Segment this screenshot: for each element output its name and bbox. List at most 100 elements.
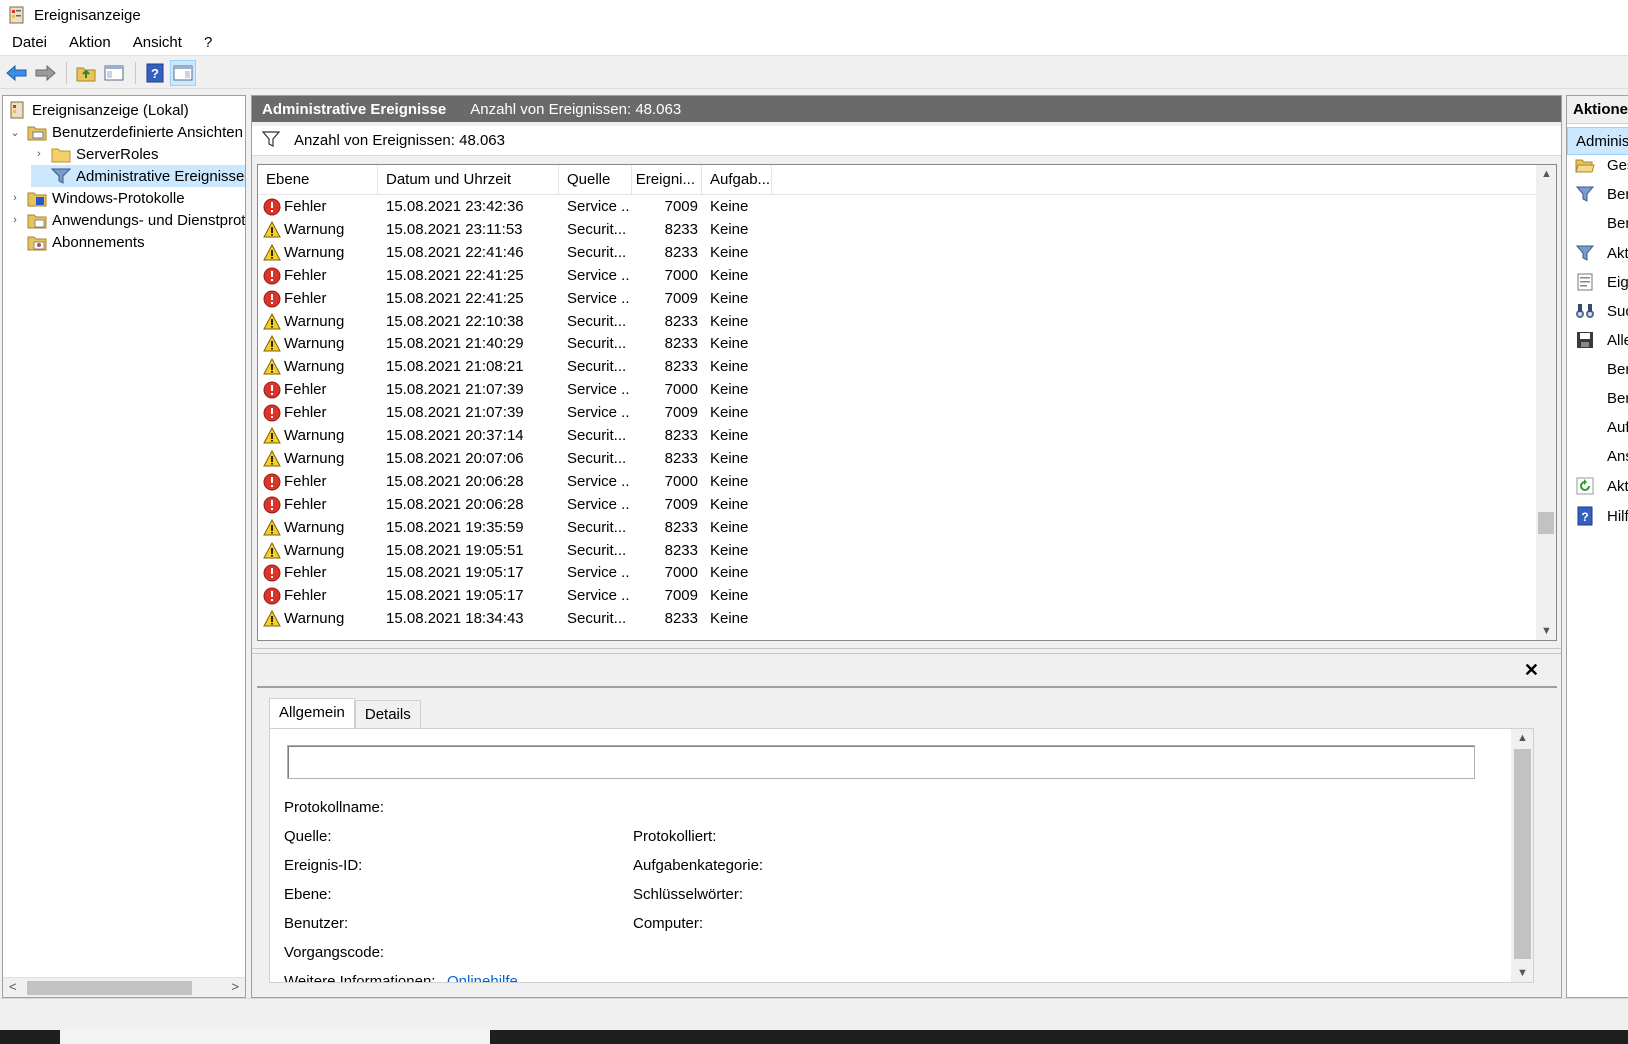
action-item[interactable]: Auf: [1567, 413, 1628, 441]
table-row[interactable]: Fehler 15.08.2021 22:41:25 Service ... 7000…: [258, 264, 1536, 288]
show-hide-tree-icon[interactable]: [101, 60, 127, 86]
chevron-down-icon[interactable]: ⌄: [7, 126, 23, 139]
table-row[interactable]: Warnung 15.08.2021 21:40:29 Securit... 8233…: [258, 332, 1536, 356]
tab-allgemein[interactable]: Allgemein: [269, 698, 355, 728]
action-item[interactable]: Ber: [1567, 180, 1628, 208]
cell-quelle: Service ...: [567, 495, 629, 513]
cell-datum: 15.08.2021 21:08:21: [386, 358, 524, 376]
cell-quelle: Service ...: [567, 472, 629, 490]
scroll-up-icon[interactable]: ▲: [1541, 168, 1552, 180]
forward-arrow-icon[interactable]: [32, 60, 58, 86]
tree-item-administrative-events[interactable]: Administrative Ereignisse: [31, 165, 245, 187]
warning-icon: [263, 312, 281, 329]
table-row[interactable]: Warnung 15.08.2021 18:34:43 Securit... 8233…: [258, 607, 1536, 631]
tab-details[interactable]: Details: [354, 700, 421, 728]
pane-splitter[interactable]: [252, 648, 1561, 654]
column-header-datum[interactable]: Datum und Uhrzeit: [378, 165, 559, 195]
binoculars-icon: [1575, 301, 1595, 321]
table-row[interactable]: Fehler 15.08.2021 21:07:39 Service ... 7009…: [258, 401, 1536, 425]
table-row[interactable]: Fehler 15.08.2021 21:07:39 Service ... 7000…: [258, 378, 1536, 402]
cell-datum: 15.08.2021 19:35:59: [386, 518, 524, 536]
table-row[interactable]: Fehler 15.08.2021 22:41:25 Service ... 7009…: [258, 287, 1536, 311]
scroll-down-icon[interactable]: ▼: [1541, 625, 1552, 637]
onlinehilfe-link-text[interactable]: Onlinehilfe: [447, 973, 518, 982]
action-item[interactable]: Ges: [1567, 151, 1628, 179]
close-icon[interactable]: ✕: [1524, 660, 1539, 681]
tree-item-windows-logs[interactable]: › Windows-Protokolle: [7, 187, 184, 209]
action-item[interactable]: Ans: [1567, 442, 1628, 470]
toolbar: ?: [0, 57, 1628, 89]
table-row[interactable]: Warnung 15.08.2021 22:41:46 Securit... 8233…: [258, 241, 1536, 265]
scroll-up-icon[interactable]: ▲: [1517, 732, 1528, 744]
cell-quelle: Securit...: [567, 312, 627, 330]
scroll-left-icon[interactable]: <: [9, 979, 17, 994]
folder-icon: [51, 145, 71, 163]
tree-item-root[interactable]: Ereignisanzeige (Lokal): [3, 99, 189, 121]
detail-vertical-scrollbar[interactable]: ▲ ▼: [1511, 729, 1533, 982]
action-item[interactable]: Ber: [1567, 209, 1628, 237]
column-header-ereignis-id[interactable]: Ereigni...: [632, 165, 702, 195]
chevron-right-icon[interactable]: ›: [7, 214, 23, 226]
field-aufgabenkategorie: Aufgabenkategorie:: [633, 857, 764, 874]
menu-ansicht[interactable]: Ansicht: [122, 30, 193, 56]
column-header-aufgabe[interactable]: Aufgab...: [702, 165, 772, 195]
scroll-thumb[interactable]: [1538, 512, 1554, 534]
column-header-ebene[interactable]: Ebene: [258, 165, 378, 195]
back-arrow-icon[interactable]: [4, 60, 30, 86]
filter-icon: [1575, 184, 1595, 204]
menu-datei[interactable]: Datei: [0, 30, 58, 56]
scroll-thumb[interactable]: [1514, 749, 1531, 959]
chevron-right-icon[interactable]: ›: [31, 148, 47, 160]
table-row[interactable]: Warnung 15.08.2021 19:05:51 Securit... 8233…: [258, 539, 1536, 563]
menu-aktion[interactable]: Aktion: [58, 30, 122, 56]
action-item[interactable]: Suc: [1567, 297, 1628, 325]
cell-datum: 15.08.2021 18:34:43: [386, 610, 524, 628]
taskbar-search[interactable]: [60, 1030, 490, 1044]
action-item[interactable]: Ber: [1567, 384, 1628, 412]
toolbar-separator: [135, 61, 136, 84]
action-item[interactable]: Ber: [1567, 355, 1628, 383]
table-row[interactable]: Warnung 15.08.2021 23:11:53 Securit... 8233…: [258, 218, 1536, 242]
action-label: Suc: [1607, 302, 1628, 320]
table-row[interactable]: Fehler 15.08.2021 20:06:28 Service ... 7009…: [258, 493, 1536, 517]
table-row[interactable]: Fehler 15.08.2021 20:06:28 Service ... 7000…: [258, 470, 1536, 494]
cell-ereignis-id: 7009: [664, 404, 698, 422]
tree-horizontal-scrollbar[interactable]: < >: [3, 977, 245, 997]
scroll-right-icon[interactable]: >: [231, 979, 239, 994]
show-hide-action-icon[interactable]: [170, 59, 196, 86]
folder-up-icon[interactable]: [73, 60, 99, 86]
action-label: Ges: [1607, 156, 1628, 174]
column-header-quelle[interactable]: Quelle: [559, 165, 632, 195]
table-row[interactable]: Fehler 15.08.2021 23:42:36 Service ... 7009…: [258, 195, 1536, 219]
action-item[interactable]: Eige: [1567, 268, 1628, 296]
error-icon: [263, 564, 281, 582]
scroll-down-icon[interactable]: ▼: [1517, 967, 1528, 979]
table-row[interactable]: Warnung 15.08.2021 19:35:59 Securit... 8233…: [258, 516, 1536, 540]
tree-item-custom-views[interactable]: ⌄ Benutzerdefinierte Ansichten: [7, 121, 243, 143]
action-item[interactable]: Alle: [1567, 326, 1628, 354]
tree-item-serverroles[interactable]: › ServerRoles: [31, 143, 158, 165]
cell-ereignis-id: 8233: [664, 220, 698, 238]
tree-item-app-service-logs[interactable]: › Anwendungs- und Dienstprotokolle: [7, 209, 245, 231]
action-item[interactable]: Akt: [1567, 239, 1628, 267]
table-row[interactable]: Fehler 15.08.2021 19:05:17 Service ... 7009…: [258, 584, 1536, 608]
tree-item-subscriptions[interactable]: Abonnements: [7, 231, 145, 253]
event-viewer-window: Ereignisanzeige Datei Aktion Ansicht ? ?: [0, 0, 1628, 1044]
event-message-box[interactable]: [287, 745, 1475, 779]
folder-logs-icon: [27, 211, 47, 229]
table-vertical-scrollbar[interactable]: ▲ ▼: [1536, 165, 1556, 640]
help-icon[interactable]: ?: [142, 60, 168, 86]
chevron-right-icon[interactable]: ›: [7, 192, 23, 204]
field-ebene: Ebene:: [284, 886, 332, 903]
action-item[interactable]: Akt: [1567, 472, 1628, 500]
table-row[interactable]: Warnung 15.08.2021 22:10:38 Securit... 8233…: [258, 310, 1536, 334]
cell-datum: 15.08.2021 19:05:51: [386, 541, 524, 559]
action-item[interactable]: ? Hilf: [1567, 502, 1628, 530]
scroll-thumb[interactable]: [27, 981, 192, 995]
table-row[interactable]: Warnung 15.08.2021 21:08:21 Securit... 8233…: [258, 355, 1536, 379]
table-row[interactable]: Fehler 15.08.2021 19:05:17 Service ... 7000…: [258, 561, 1536, 585]
onlinehilfe-link[interactable]: Onlinehilfe: [447, 973, 518, 982]
table-row[interactable]: Warnung 15.08.2021 20:37:14 Securit... 8233…: [258, 424, 1536, 448]
table-row[interactable]: Warnung 15.08.2021 20:07:06 Securit... 8233…: [258, 447, 1536, 471]
menu-help[interactable]: ?: [193, 30, 223, 56]
